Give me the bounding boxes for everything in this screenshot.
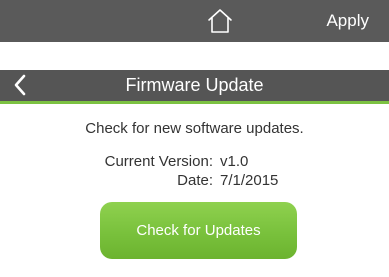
top-bar: Apply xyxy=(0,0,389,42)
version-label: Current Version: xyxy=(104,153,213,170)
page-title: Firmware Update xyxy=(125,75,264,95)
check-for-updates-button[interactable]: Check for Updates xyxy=(100,202,297,259)
check-description: Check for new software updates. xyxy=(85,120,304,137)
firmware-header: Firmware Update xyxy=(0,70,389,104)
chevron-left-icon xyxy=(14,74,26,96)
home-button[interactable] xyxy=(206,7,234,35)
home-icon xyxy=(208,9,232,33)
date-label: Date: xyxy=(177,172,213,189)
app-root: Apply Firmware Update Check for new soft… xyxy=(0,0,389,277)
version-value: v1.0 xyxy=(220,153,249,170)
date-value: 7/1/2015 xyxy=(220,172,279,189)
apply-button[interactable]: Apply xyxy=(326,10,369,32)
back-button[interactable] xyxy=(8,72,34,98)
